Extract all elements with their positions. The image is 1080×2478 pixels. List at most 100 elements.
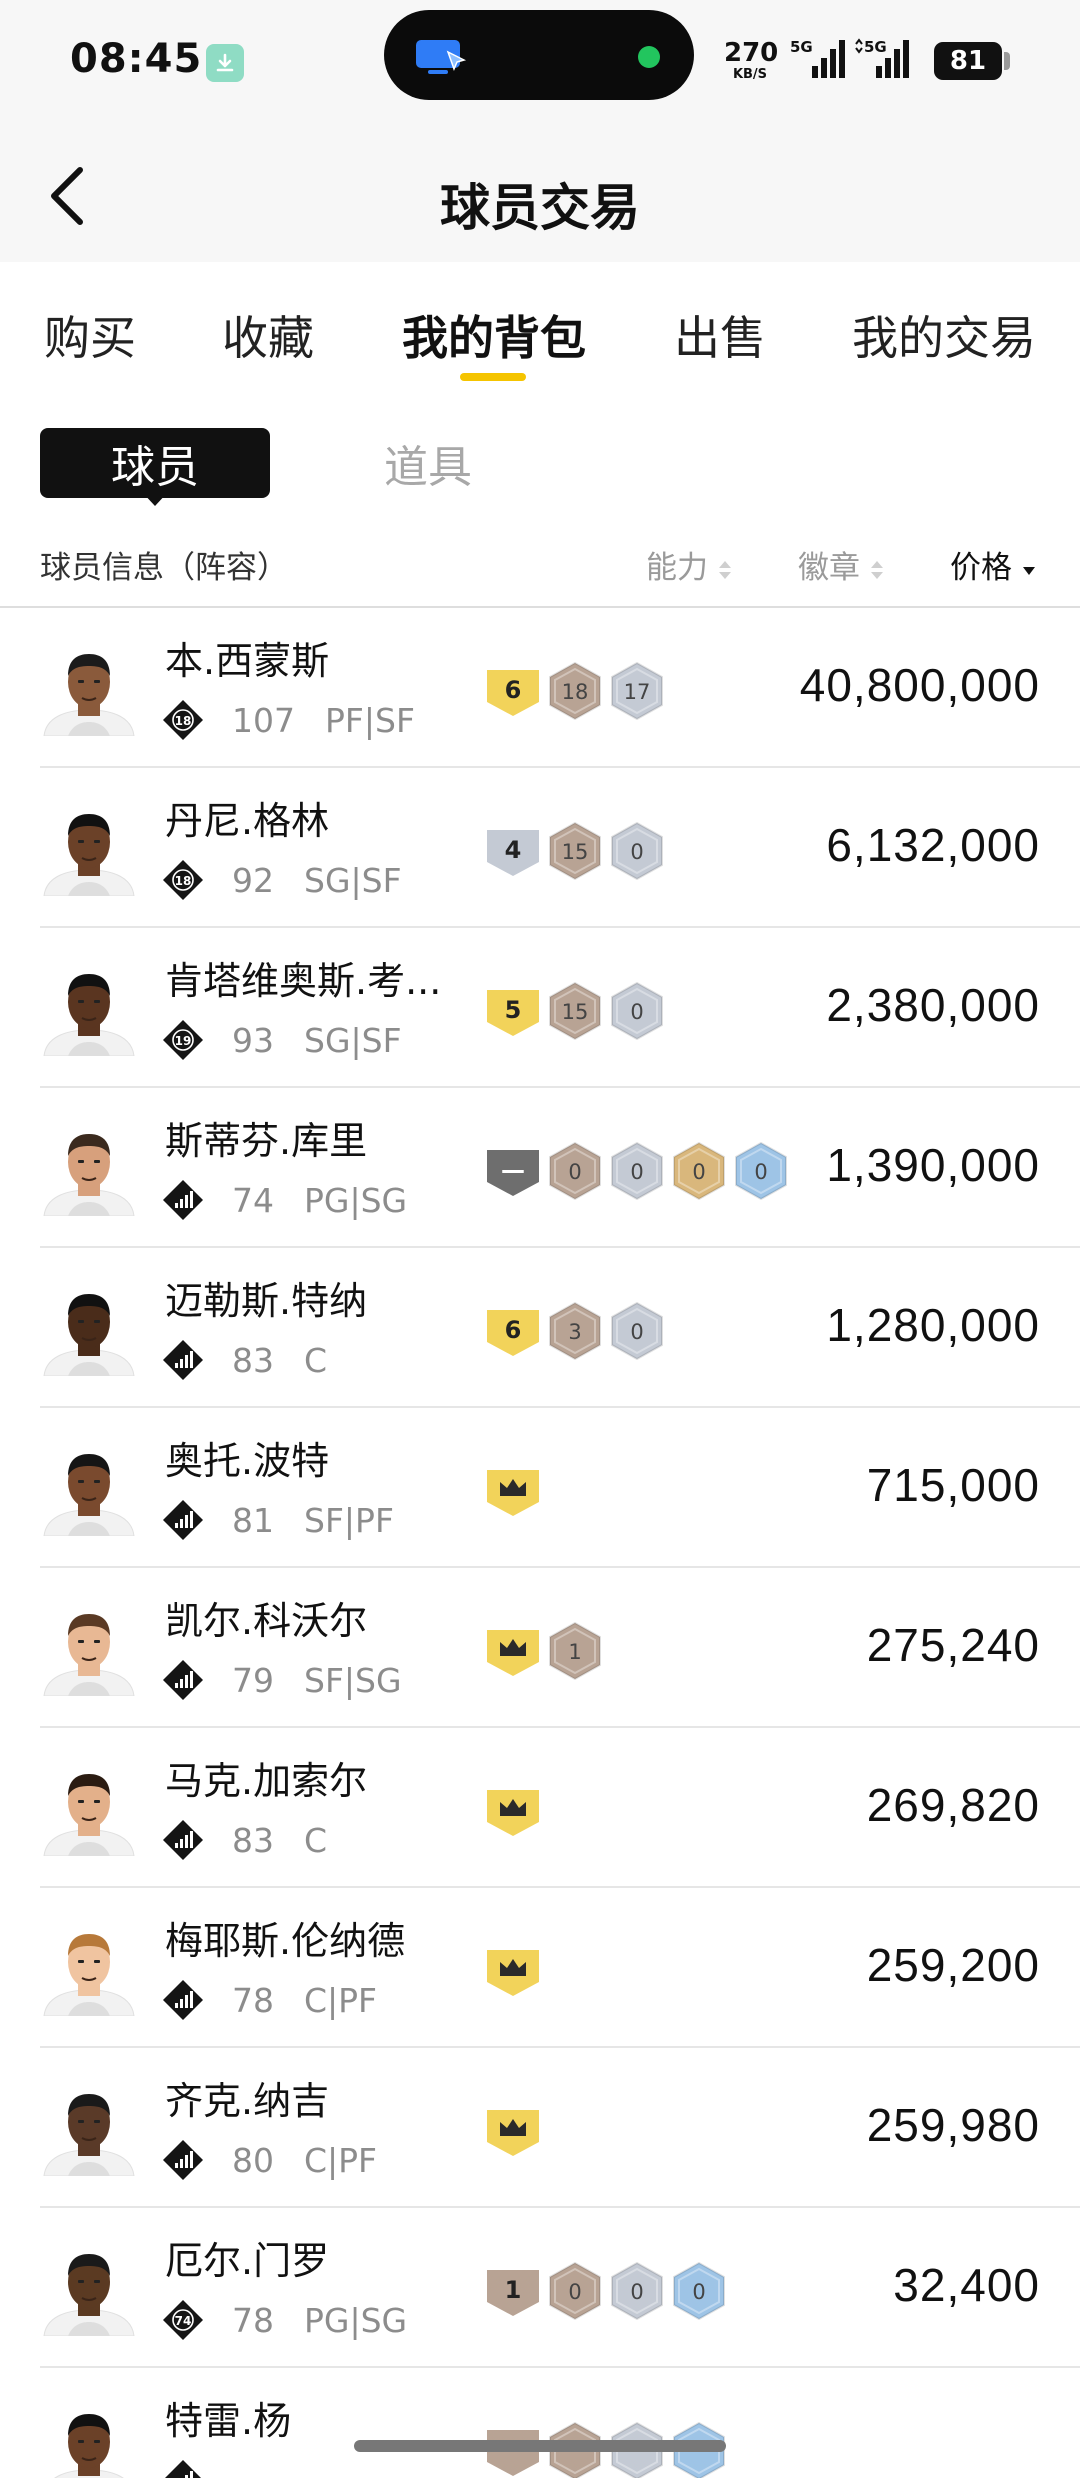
sort-ability-label: 能力 [646,550,708,586]
player-row[interactable]: 丹尼.格林 18 92 SG|SF 4 15 0 6,132,000 [0,768,1080,928]
level-tag-icon: 5 [484,980,542,1042]
rank-diamond-icon: 74 [162,2299,204,2341]
player-row[interactable]: 马克.加索尔 83 C 269,820 [0,1728,1080,1888]
bronze-badge-icon: 0 [546,1140,604,1202]
tab-my-backpack[interactable]: 我的背包 [402,302,586,368]
player-position: C [304,1820,328,1860]
svg-text:0: 0 [630,1000,643,1024]
player-rating: 74 [232,1180,274,1220]
player-avatar [38,2238,140,2337]
player-name: 梅耶斯.伦纳德 [165,1919,406,1963]
player-row[interactable]: 齐克.纳吉 80 C|PF 259,980 [0,2048,1080,2208]
list-header: 球员信息（阵容） 能力 徽章 价格 [0,530,1080,610]
player-price: 40,800,000 [799,659,1040,711]
player-row[interactable]: 凯尔.科沃尔 79 SF|SG 1 275,240 [0,1568,1080,1728]
player-avatar [38,1118,140,1217]
sort-badges-label: 徽章 [798,550,860,586]
svg-text:15: 15 [562,840,589,864]
player-price: 6,132,000 [826,819,1040,871]
player-row[interactable]: 本.西蒙斯 18 107 PF|SF 6 18 17 40,800,000 [0,608,1080,768]
svg-text:18: 18 [175,874,192,888]
bronze-badge-icon: 3 [546,1300,604,1362]
net-speed-unit: KB/S [732,67,768,82]
svg-text:19: 19 [175,1034,192,1048]
player-price: 259,200 [866,1939,1040,1991]
player-rating: 80 [232,2140,274,2180]
dynamic-island [384,10,694,100]
player-row[interactable]: 特雷.杨 [0,2368,1080,2478]
tab-favorites[interactable]: 收藏 [222,302,314,368]
bronze-badge-icon: 0 [546,2260,604,2322]
player-row[interactable]: 梅耶斯.伦纳德 78 C|PF 259,200 [0,1888,1080,2048]
player-position: PF|SF [325,700,415,740]
tab-buy[interactable]: 购买 [44,302,136,368]
svg-text:18: 18 [175,714,192,728]
signal1-label: 5G [790,38,813,56]
segment-items[interactable]: 道具 [384,428,484,498]
player-avatar [38,958,140,1057]
player-rating: 78 [232,2300,274,2340]
svg-text:0: 0 [630,1160,643,1184]
player-row[interactable]: 奥托.波特 81 SF|PF 715,000 [0,1408,1080,1568]
tier-signal-icon [162,2139,204,2181]
player-row[interactable]: 肯塔维奥斯.考... 19 93 SG|SF 5 15 0 2,380,000 [0,928,1080,1088]
tier-signal-icon [162,1819,204,1861]
player-name: 厄尔.门罗 [165,2239,330,2283]
player-price: 715,000 [866,1459,1040,1511]
player-rating: 81 [232,1500,274,1540]
svg-text:3: 3 [568,1320,581,1344]
player-badges: — 0 0 0 0 [484,1138,794,1204]
svg-text:0: 0 [692,2280,705,2304]
silver-badge-icon: 0 [608,980,666,1042]
home-indicator[interactable] [354,2440,726,2452]
sort-arrows-icon [719,560,731,579]
silver-badge-icon: 0 [608,2260,666,2322]
sort-ability[interactable]: 能力 [646,542,734,587]
rank-diamond-icon: 18 [162,859,204,901]
tab-sell[interactable]: 出售 [674,302,766,368]
player-avatar [38,638,140,737]
player-position: C|PF [304,2140,378,2180]
player-position: SG|SF [304,1020,402,1060]
player-badges [484,1778,546,1844]
player-rating: 79 [232,1660,274,1700]
player-row[interactable]: 迈勒斯.特纳 83 C 6 3 0 1,280,000 [0,1248,1080,1408]
player-row[interactable]: 厄尔.门罗 74 78 PG|SG 1 0 0 0 32,400 [0,2208,1080,2368]
player-position: SF|PF [304,1500,394,1540]
gold-badge-icon: 0 [670,1140,728,1202]
svg-text:5: 5 [505,996,522,1024]
sort-badges[interactable]: 徽章 [798,542,886,587]
active-tab-indicator [460,373,526,381]
svg-text:15: 15 [562,1000,589,1024]
screen-cast-icon [416,40,467,74]
crown-icon [484,1940,542,2002]
status-bar: 08:45 270 KB/S 5G 5G 81 [0,0,1080,120]
svg-text:0: 0 [568,1160,581,1184]
level-tag-icon: 6 [484,660,542,722]
player-name: 本.西蒙斯 [165,639,330,683]
svg-text:0: 0 [568,2280,581,2304]
sort-arrows-icon [871,560,883,579]
svg-text:1: 1 [568,1640,581,1664]
rank-diamond-icon: 18 [162,699,204,741]
player-meta: 74 PG|SG [162,1178,407,1222]
player-name: 齐克.纳吉 [165,2079,330,2123]
tier-signal-icon [162,1979,204,2021]
top-tabs: 购买 收藏 我的背包 出售 我的交易 [0,262,1080,392]
player-name: 奥托.波特 [165,1439,330,1483]
signal2-label: 5G [864,38,887,56]
sort-price-label: 价格 [950,550,1012,586]
tab-my-trades[interactable]: 我的交易 [852,302,1036,368]
player-row[interactable]: 斯蒂芬.库里 74 PG|SG — 0 0 0 0 1,390,000 [0,1088,1080,1248]
segment-players[interactable]: 球员 [40,428,270,498]
bronze-badge-icon: 1 [546,1620,604,1682]
sort-price[interactable]: 价格 [950,542,1038,587]
player-badges: 1 [484,1618,608,1684]
bronze-badge-icon: 15 [546,980,604,1042]
player-meta: 81 SF|PF [162,1498,394,1542]
player-price: 269,820 [866,1779,1040,1831]
player-avatar [38,2398,140,2478]
svg-text:6: 6 [505,676,522,704]
player-position: PG|SG [304,1180,408,1220]
player-name: 斯蒂芬.库里 [165,1119,368,1163]
